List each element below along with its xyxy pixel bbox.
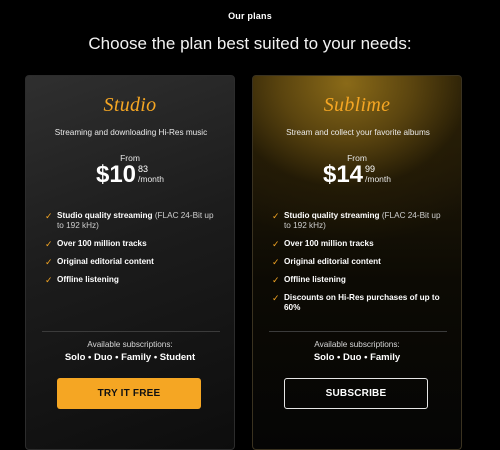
check-icon: ✓ bbox=[272, 275, 280, 285]
available-subscriptions-label: Available subscriptions: bbox=[314, 340, 400, 349]
plans-eyebrow: Our plans bbox=[228, 11, 272, 21]
check-icon: ✓ bbox=[45, 257, 53, 267]
feature-title: Offline listening bbox=[57, 275, 119, 284]
price-whole: $10 bbox=[95, 161, 137, 188]
feature-title: Studio quality streaming bbox=[57, 211, 153, 220]
feature-list: ✓ Studio quality streaming (FLAC 24-Bit … bbox=[272, 211, 447, 321]
price: $14 99 /month bbox=[253, 162, 461, 188]
feature-item: ✓ Discounts on Hi-Res purchases of up to… bbox=[272, 293, 447, 313]
feature-title: Original editorial content bbox=[57, 257, 154, 266]
divider bbox=[269, 331, 447, 332]
feature-item: ✓ Offline listening bbox=[272, 275, 447, 285]
subscribe-button[interactable]: SUBSCRIBE bbox=[284, 378, 428, 409]
subscription-types: Solo • Duo • Family bbox=[313, 352, 401, 363]
check-icon: ✓ bbox=[272, 239, 280, 249]
price-period: /month bbox=[138, 174, 165, 184]
plans-headline: Choose the plan best suited to your need… bbox=[88, 34, 412, 53]
feature-title: Discounts on Hi-Res purchases of up to 6… bbox=[284, 293, 440, 312]
feature-title: Offline listening bbox=[284, 275, 346, 284]
feature-title: Original editorial content bbox=[284, 257, 381, 266]
feature-item: ✓ Studio quality streaming (FLAC 24-Bit … bbox=[272, 211, 447, 231]
plan-description: Stream and collect your favorite albums bbox=[286, 128, 430, 137]
price-cents: 83 bbox=[138, 164, 149, 174]
check-icon: ✓ bbox=[272, 257, 280, 267]
plan-card-studio: Studio Streaming and downloading Hi-Res … bbox=[25, 75, 235, 450]
check-icon: ✓ bbox=[45, 275, 53, 285]
feature-item: ✓ Over 100 million tracks bbox=[45, 239, 220, 249]
price: $10 83 /month bbox=[26, 162, 234, 188]
price-cents: 99 bbox=[365, 164, 376, 174]
plan-name: Sublime bbox=[323, 94, 391, 116]
divider bbox=[42, 331, 220, 332]
feature-title: Over 100 million tracks bbox=[284, 239, 374, 248]
feature-item: ✓ Original editorial content bbox=[272, 257, 447, 267]
check-icon: ✓ bbox=[45, 239, 53, 249]
price-whole: $14 bbox=[322, 161, 364, 188]
available-subscriptions-label: Available subscriptions: bbox=[87, 340, 173, 349]
plan-name: Studio bbox=[103, 94, 157, 116]
feature-title: Over 100 million tracks bbox=[57, 239, 147, 248]
price-period: /month bbox=[365, 174, 392, 184]
plan-card-sublime: Sublime Stream and collect your favorite… bbox=[252, 75, 462, 450]
subscription-types: Solo • Duo • Family • Student bbox=[64, 352, 196, 363]
feature-list: ✓ Studio quality streaming (FLAC 24-Bit … bbox=[45, 211, 220, 293]
plan-description: Streaming and downloading Hi-Res music bbox=[54, 128, 208, 137]
feature-title: Studio quality streaming bbox=[284, 211, 380, 220]
feature-item: ✓ Offline listening bbox=[45, 275, 220, 285]
feature-item: ✓ Original editorial content bbox=[45, 257, 220, 267]
check-icon: ✓ bbox=[272, 211, 280, 221]
try-it-free-button[interactable]: TRY IT FREE bbox=[57, 378, 201, 409]
check-icon: ✓ bbox=[272, 293, 280, 303]
feature-item: ✓ Studio quality streaming (FLAC 24-Bit … bbox=[45, 211, 220, 231]
feature-item: ✓ Over 100 million tracks bbox=[272, 239, 447, 249]
check-icon: ✓ bbox=[45, 211, 53, 221]
